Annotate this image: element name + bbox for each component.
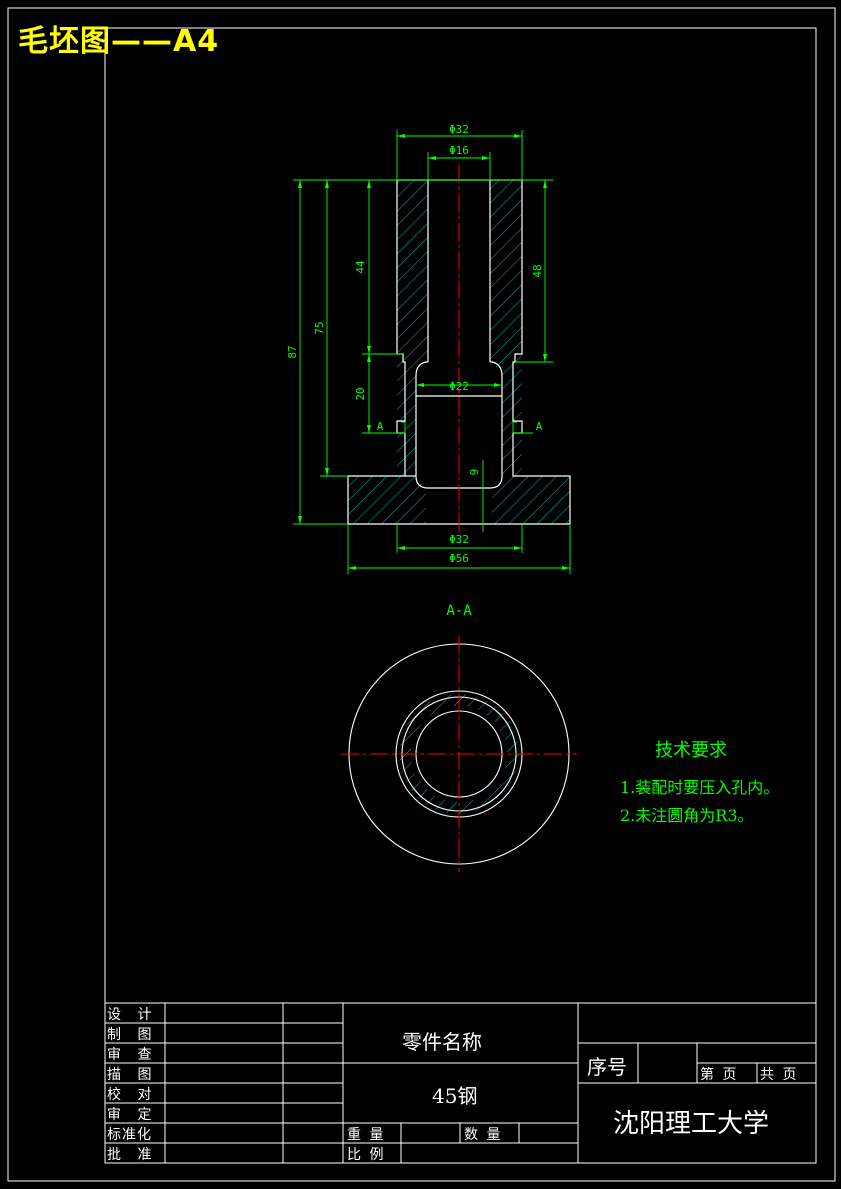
dim-d-bottom-inner: Φ32	[449, 533, 469, 546]
tech-req-item-1: 1.装配时要压入孔内。	[620, 778, 780, 797]
tech-req-item-2: 2.未注圆角为R3。	[620, 806, 754, 825]
section-label: A-A	[446, 603, 472, 619]
dim-h-44: 44	[354, 260, 367, 274]
tb-row-approve: 审 定	[107, 1107, 158, 1123]
tb-row-review: 审 查	[107, 1047, 158, 1063]
dim-h-75: 75	[313, 321, 326, 334]
dim-d-top-inner: Φ16	[449, 144, 469, 157]
tb-sheet: 第 页	[700, 1067, 739, 1083]
dim-h-9: 9	[468, 469, 481, 476]
tb-material: 45钢	[432, 1084, 478, 1108]
tb-row-ratify: 批 准	[107, 1147, 158, 1163]
tech-req-title: 技术要求	[655, 740, 727, 761]
tb-quantity: 数 量	[464, 1127, 503, 1143]
front-section-view: Φ32 Φ16 Φ22 Φ32 Φ56 87 75 44 20 48 9 A A	[286, 123, 571, 574]
dim-h-total: 87	[286, 345, 299, 358]
section-aa-view: A-A	[341, 603, 577, 872]
tb-part-name: 零件名称	[402, 1030, 482, 1054]
tb-row-trace: 描 图	[107, 1067, 158, 1083]
dim-d-cavity: Φ22	[449, 380, 469, 393]
tb-total: 共 页	[760, 1067, 799, 1083]
cut-mark-right: A	[536, 420, 543, 433]
tb-row-draw: 制 图	[107, 1027, 158, 1043]
tb-row-design: 设 计	[107, 1007, 158, 1023]
tb-row-standard: 标准化	[107, 1127, 152, 1143]
cut-mark-left: A	[377, 420, 384, 433]
page-title: 毛坯图——A4	[18, 24, 220, 59]
inner-frame	[104, 27, 817, 1164]
tb-school: 沈阳理工大学	[613, 1109, 770, 1139]
tb-seq: 序号	[587, 1055, 627, 1079]
dim-h-48: 48	[531, 264, 544, 277]
tb-row-check: 校 对	[107, 1087, 158, 1103]
dim-h-20: 20	[354, 387, 367, 400]
dim-d-base: Φ56	[449, 552, 469, 565]
tb-weight: 重 量	[347, 1127, 386, 1143]
dim-d-top-outer: Φ32	[449, 123, 469, 136]
tb-scale: 比 例	[347, 1147, 386, 1163]
